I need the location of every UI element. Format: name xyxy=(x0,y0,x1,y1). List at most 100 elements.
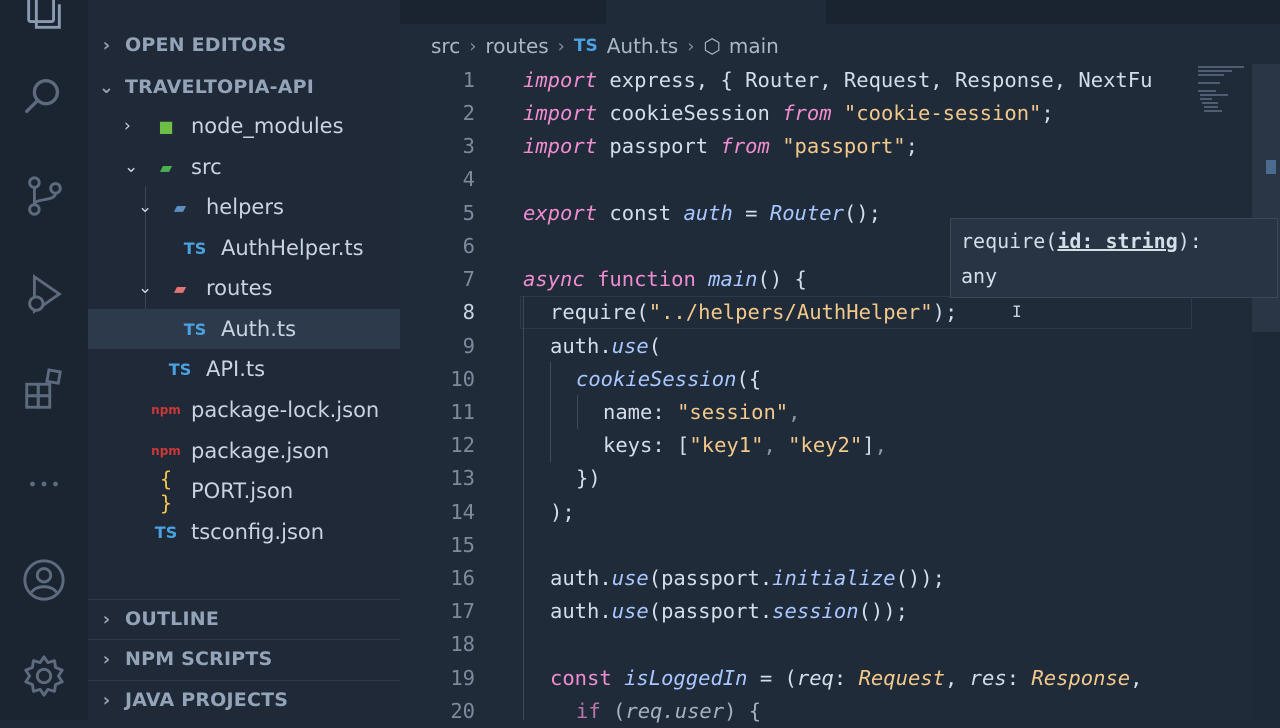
minimap-line xyxy=(1198,82,1220,84)
token-text: ); xyxy=(550,500,575,524)
token-string: "../helpers/AuthHelper" xyxy=(648,300,933,324)
tree-item-helpers[interactable]: ⌄ ▰ helpers xyxy=(88,187,400,227)
line-number: 11 xyxy=(450,400,475,424)
hover-fn: require( xyxy=(961,229,1058,253)
outline-header[interactable]: › OUTLINE xyxy=(88,601,219,637)
line-number: 6 xyxy=(462,234,475,258)
chevron-down-icon: ⌄ xyxy=(138,197,153,217)
open-editors-header[interactable]: › OPEN EDITORS xyxy=(88,27,286,63)
breadcrumb-symbol[interactable]: main xyxy=(729,34,779,58)
token-text: }) xyxy=(576,466,601,490)
open-editors-label: OPEN EDITORS xyxy=(125,34,287,56)
line-number: 16 xyxy=(450,566,475,590)
line-number: 3 xyxy=(462,134,475,158)
token-function: Router xyxy=(769,201,844,225)
code-text: auth.use(passport.initialize()); xyxy=(550,562,945,595)
minimap-line xyxy=(1198,66,1244,68)
code-line: 19 const isLoggedIn = (req: Request, res… xyxy=(400,662,1280,695)
line-number: 13 xyxy=(450,466,475,490)
tab-active[interactable] xyxy=(606,0,826,24)
token-text: ) { xyxy=(724,699,762,723)
token-type: Request xyxy=(858,666,945,690)
tab-inactive[interactable] xyxy=(400,0,604,24)
settings-gear-icon[interactable] xyxy=(20,652,68,700)
tab-inactive[interactable] xyxy=(828,0,1078,24)
token-text: , xyxy=(1130,666,1143,690)
chevron-down-icon: ⌄ xyxy=(124,157,139,177)
token-method: initialize xyxy=(772,566,896,590)
tree-item-tsconfig[interactable]: TS tsconfig.json xyxy=(88,512,400,552)
chevron-right-icon: › xyxy=(124,116,131,136)
java-projects-header[interactable]: › JAVA PROJECTS xyxy=(88,682,288,718)
line-number: 14 xyxy=(450,500,475,524)
code-text: import express, { Router, Request, Respo… xyxy=(523,64,1152,97)
tree-item-label: PORT.json xyxy=(191,479,294,503)
token-string: "cookie-session" xyxy=(843,101,1042,125)
token-keyword: if xyxy=(576,699,601,723)
tree-item-src[interactable]: ⌄ ▰ src xyxy=(88,147,400,187)
tree-item-port[interactable]: { } PORT.json xyxy=(88,467,400,515)
breadcrumb-src[interactable]: src xyxy=(431,34,460,58)
tree-item-package-lock[interactable]: npm package-lock.json xyxy=(88,390,400,430)
account-icon[interactable] xyxy=(20,556,68,604)
breadcrumb-file[interactable]: Auth.ts xyxy=(607,34,679,58)
tree-item-node-modules[interactable]: › ■ node_modules xyxy=(88,106,400,146)
token-text: = xyxy=(732,201,770,225)
token-text: const xyxy=(597,201,684,225)
code-line-active: 8 require("../helpers/AuthHelper"); xyxy=(400,296,1280,329)
token-function: isLoggedIn xyxy=(624,666,748,690)
breadcrumb-routes[interactable]: routes xyxy=(485,34,548,58)
code-text: auth.use(passport.session()); xyxy=(550,595,908,628)
source-control-icon[interactable] xyxy=(20,172,68,220)
tree-item-auth[interactable]: TS Auth.ts xyxy=(88,309,400,349)
run-debug-icon[interactable] xyxy=(20,270,68,318)
tree-item-api[interactable]: TS API.ts xyxy=(88,349,400,389)
extensions-icon[interactable] xyxy=(20,366,68,414)
token-method: use xyxy=(611,334,649,358)
code-line: 3 import passport from "passport"; xyxy=(400,130,1280,163)
tree-item-routes[interactable]: ⌄ ▰ routes xyxy=(88,268,400,308)
line-number: 5 xyxy=(462,201,475,225)
search-icon[interactable] xyxy=(20,72,68,120)
code-editor[interactable]: 1 import express, { Router, Request, Res… xyxy=(400,64,1280,723)
code-line: 17 auth.use(passport.session()); xyxy=(400,595,1280,628)
chevron-down-icon: ⌄ xyxy=(138,278,153,298)
more-icon[interactable] xyxy=(20,460,68,508)
line-number: 7 xyxy=(462,267,475,291)
npm-scripts-header[interactable]: › NPM SCRIPTS xyxy=(88,641,273,677)
npm-icon: npm xyxy=(151,444,181,458)
token-param: res xyxy=(969,666,1007,690)
node-folder-icon: ■ xyxy=(158,116,174,136)
minimap-line xyxy=(1198,90,1216,92)
token-text: ()); xyxy=(858,599,908,623)
tree-item-label: Auth.ts xyxy=(221,317,297,341)
project-header[interactable]: ⌄ TRAVELTOPIA-API xyxy=(88,69,314,105)
explorer-icon[interactable] xyxy=(20,0,68,34)
token-text: () { xyxy=(757,267,807,291)
minimap[interactable] xyxy=(1196,64,1252,124)
npm-icon: npm xyxy=(151,403,181,417)
code-text: name: "session", xyxy=(603,396,801,429)
tsconfig-file-icon: TS xyxy=(154,522,178,542)
token-param: req xyxy=(796,666,834,690)
token-text: , xyxy=(944,666,970,690)
code-line: 18 xyxy=(400,628,1280,661)
token-text: name: xyxy=(603,400,678,424)
tree-item-label: src xyxy=(191,155,222,179)
token-text: ); xyxy=(932,300,958,324)
routes-folder-icon: ▰ xyxy=(173,278,187,298)
helpers-folder-icon: ▰ xyxy=(173,197,187,217)
code-text: auth.use( xyxy=(550,330,661,363)
token-string: "key2" xyxy=(788,433,863,457)
token-text: auth. xyxy=(550,599,612,623)
tree-item-authhelper[interactable]: TS AuthHelper.ts xyxy=(88,228,400,268)
token-text: ( xyxy=(636,300,649,324)
tree-item-package[interactable]: npm package.json xyxy=(88,431,400,471)
explorer-sidebar: › OPEN EDITORS ⌄ TRAVELTOPIA-API › ■ nod… xyxy=(88,0,400,720)
token-text: , xyxy=(874,433,887,457)
tree-item-label: routes xyxy=(206,276,273,300)
token-text: (passport. xyxy=(648,599,773,623)
token-text: : xyxy=(1006,666,1032,690)
chevron-right-icon: › xyxy=(102,608,111,630)
